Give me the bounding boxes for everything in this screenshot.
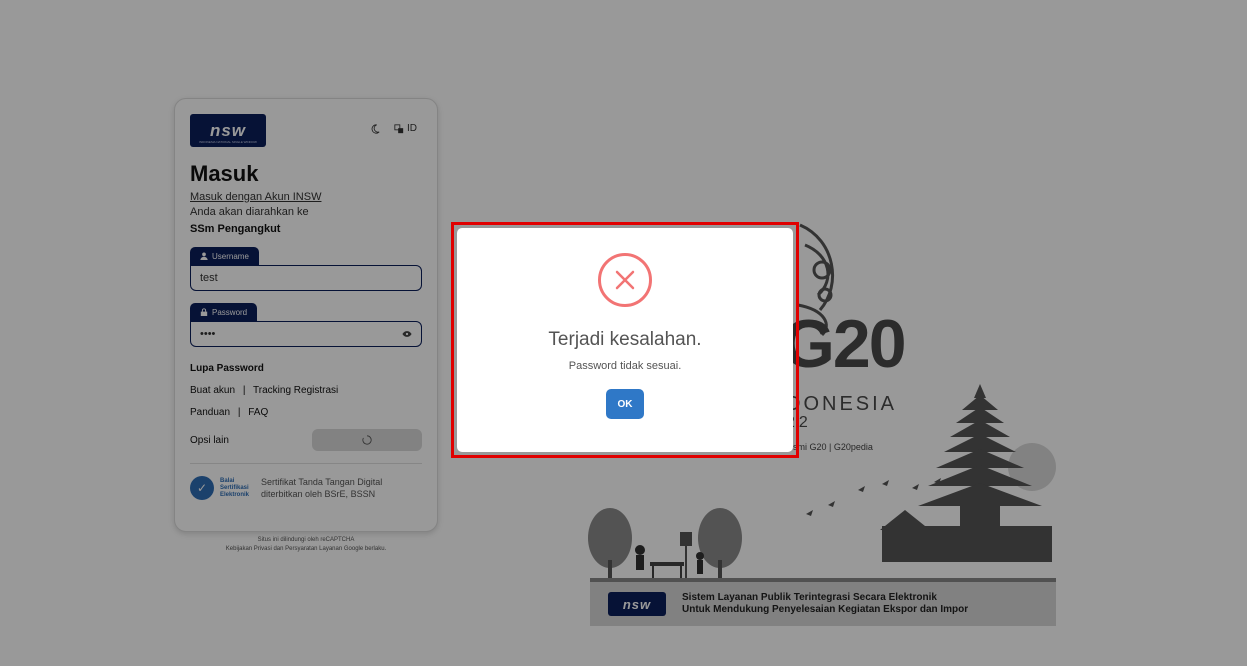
error-x-icon: [598, 253, 652, 307]
dialog-title: Terjadi kesalahan.: [548, 329, 702, 350]
error-dialog: Terjadi kesalahan. Password tidak sesuai…: [457, 228, 793, 452]
ok-button[interactable]: OK: [606, 389, 644, 419]
dialog-message: Password tidak sesuai.: [568, 360, 682, 372]
